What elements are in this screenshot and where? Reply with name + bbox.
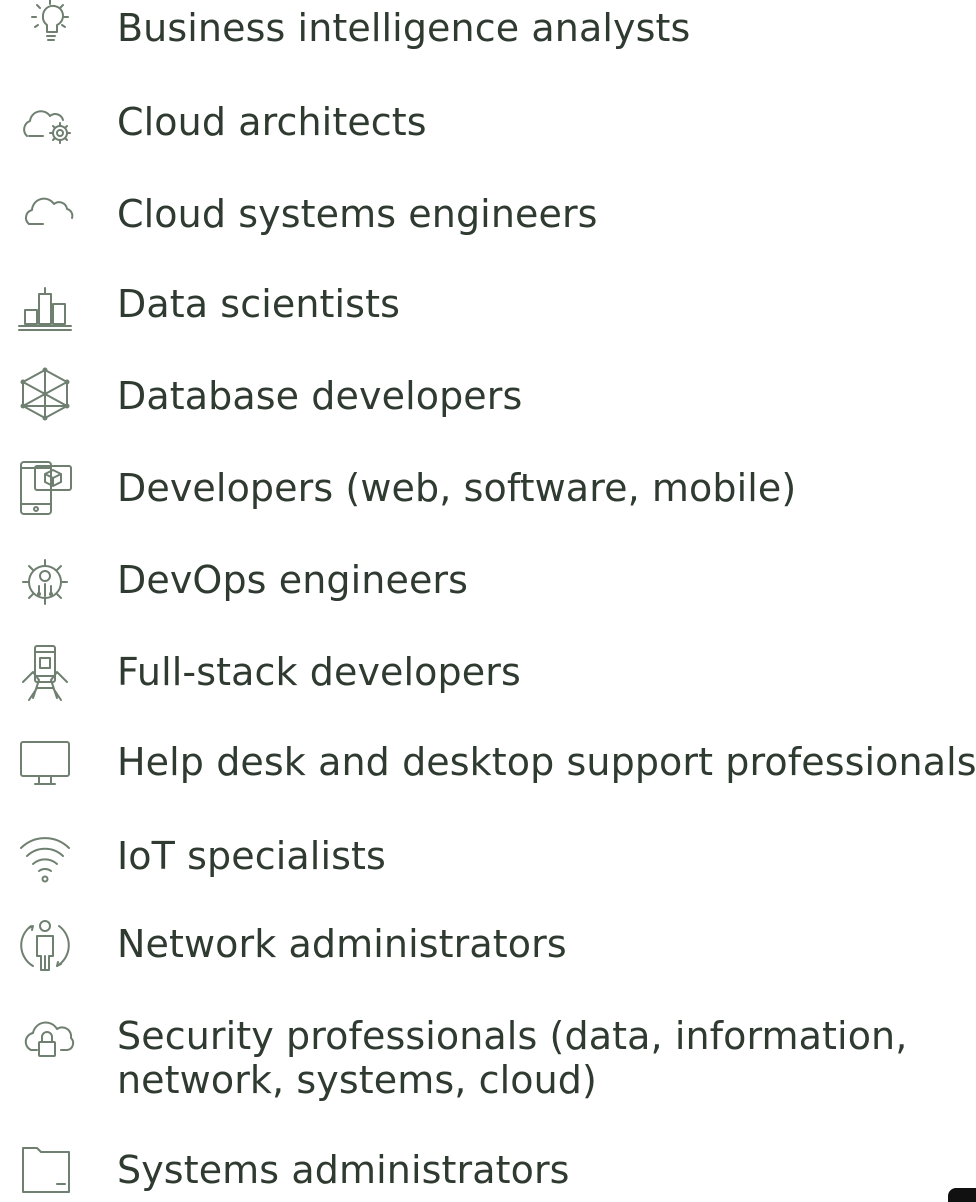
role-label: Help desk and desktop support profession… — [117, 740, 976, 784]
role-label: Database developers — [117, 374, 523, 418]
list-item: Business intelligence analysts — [0, 0, 976, 60]
person-cycle-icon — [15, 914, 87, 978]
role-label: Data scientists — [117, 282, 400, 326]
wifi-icon — [15, 824, 87, 888]
role-label: Security professionals (data, informatio… — [117, 1014, 908, 1058]
cube-network-icon — [15, 364, 87, 428]
list-item: Data scientists — [0, 274, 976, 334]
list-item: Database developers — [0, 364, 976, 424]
list-item: DevOps engineers — [0, 550, 976, 610]
list-item: Systems administrators — [0, 1138, 976, 1202]
cloud-gear-icon — [15, 96, 87, 160]
list-item: Developers (web, software, mobile) — [0, 456, 976, 520]
lightbulb-icon — [15, 0, 87, 60]
folder-icon — [15, 1138, 87, 1202]
list-item: Cloud architects — [0, 92, 976, 152]
devices-icon — [15, 456, 87, 520]
list-item: Help desk and desktop support profession… — [0, 732, 976, 792]
role-label: Business intelligence analysts — [117, 6, 691, 50]
role-label: IoT specialists — [117, 834, 386, 878]
role-label: DevOps engineers — [117, 558, 469, 602]
corner-badge — [948, 1188, 976, 1202]
cloud-lock-icon — [15, 1010, 87, 1074]
role-label: Full-stack developers — [117, 650, 521, 694]
gear-circuit-icon — [15, 552, 87, 616]
role-label: Cloud architects — [117, 100, 427, 144]
list-item: Cloud systems engineers — [0, 184, 976, 244]
role-label: Systems administrators — [117, 1148, 570, 1192]
bar-chart-icon — [15, 274, 87, 338]
list-item: IoT specialists — [0, 824, 976, 884]
monitor-icon — [15, 736, 87, 800]
list-item: Full-stack developers — [0, 642, 976, 702]
list-item: Network administrators — [0, 914, 976, 974]
role-label-continued: network, systems, cloud) — [117, 1058, 597, 1102]
role-label: Network administrators — [117, 922, 567, 966]
role-label: Cloud systems engineers — [117, 192, 598, 236]
role-label: Developers (web, software, mobile) — [117, 466, 797, 510]
cloud-icon — [15, 186, 87, 250]
phone-hands-icon — [15, 642, 87, 706]
list-item: Security professionals (data, informatio… — [0, 1006, 976, 1106]
